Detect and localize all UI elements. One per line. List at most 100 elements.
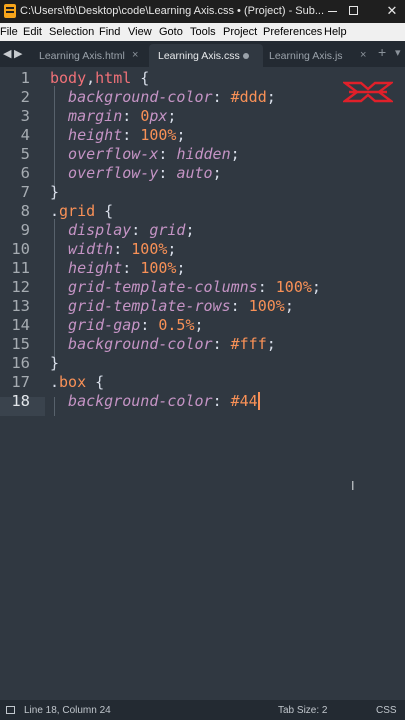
- tab-close-icon[interactable]: ×: [360, 49, 366, 61]
- line-number: 4: [20, 126, 30, 144]
- code-text: overflow-x: hidden;: [50, 145, 240, 164]
- menu-project[interactable]: Project: [223, 26, 257, 38]
- code-token: html: [95, 69, 132, 87]
- close-button[interactable]: ✕: [377, 0, 405, 23]
- line-number: 8: [20, 202, 30, 220]
- code-editor[interactable]: I 1 body,html {2 background-color: #ddd; 3…: [0, 67, 405, 700]
- menu-selection[interactable]: Selection: [49, 26, 94, 38]
- tab-label: Learning Axis.css: [158, 50, 240, 62]
- code-line[interactable]: 16}: [0, 354, 405, 373]
- line-number: 2: [20, 88, 30, 106]
- code-token: box: [59, 373, 87, 391]
- code-token: grid: [149, 221, 186, 239]
- menu-find[interactable]: Find: [99, 26, 120, 38]
- code-line[interactable]: 2 background-color: #ddd;: [0, 88, 405, 107]
- tab-learning-axis-js[interactable]: Learning Axis.js ×: [263, 44, 376, 67]
- code-token: :: [230, 297, 249, 315]
- line-number: 18: [11, 392, 30, 410]
- code-text: grid-template-rows: 100%;: [50, 297, 294, 316]
- code-token: ;: [194, 316, 204, 334]
- code-token: 100: [275, 278, 303, 296]
- tab-learning-axis-css[interactable]: Learning Axis.css: [149, 44, 263, 67]
- menu-edit[interactable]: Edit: [23, 26, 42, 38]
- code-token: ;: [212, 164, 222, 182]
- menu-file[interactable]: File: [0, 26, 18, 38]
- cursor-position: Line 18, Column 24: [24, 705, 111, 716]
- text-cursor: [257, 392, 260, 410]
- menu-tools[interactable]: Tools: [190, 26, 216, 38]
- code-token: display: [50, 221, 132, 239]
- code-token: :: [122, 107, 141, 125]
- new-tab-icon[interactable]: +: [378, 44, 386, 60]
- code-text: }: [50, 183, 59, 202]
- line-number: 6: [20, 164, 30, 182]
- code-line[interactable]: 5 overflow-x: hidden;: [0, 145, 405, 164]
- tab-learning-axis-html[interactable]: Learning Axis.html ×: [28, 44, 148, 67]
- title-bar: C:\Users\fb\Desktop\code\Learning Axis.c…: [0, 0, 405, 23]
- window-title: C:\Users\fb\Desktop\code\Learning Axis.c…: [20, 5, 325, 17]
- code-token: grid: [59, 202, 96, 220]
- code-text: .grid {: [50, 202, 113, 221]
- syntax-selector[interactable]: CSS: [376, 705, 397, 716]
- code-line[interactable]: 6 overflow-y: auto;: [0, 164, 405, 183]
- code-token: grid-template-rows: [50, 297, 231, 315]
- code-token: ;: [230, 145, 240, 163]
- code-line[interactable]: 10 width: 100%;: [0, 240, 405, 259]
- tab-size-selector[interactable]: Tab Size: 2: [278, 705, 327, 716]
- code-token: }: [50, 354, 60, 372]
- code-token: :: [257, 278, 276, 296]
- line-number: 7: [20, 183, 30, 201]
- menu-help[interactable]: Help: [324, 26, 347, 38]
- code-token: auto: [176, 164, 213, 182]
- tab-scroll-left-icon[interactable]: ◀: [3, 47, 11, 60]
- code-text: height: 100%;: [50, 126, 185, 145]
- code-token: ;: [176, 259, 186, 277]
- code-line[interactable]: 18 background-color: #44: [0, 392, 405, 411]
- code-text: height: 100%;: [50, 259, 185, 278]
- code-token: :: [113, 240, 132, 258]
- code-token: height: [50, 259, 123, 277]
- menu-bar: File Edit Selection Find View Goto Tools…: [0, 23, 405, 41]
- tab-close-icon[interactable]: ×: [132, 49, 138, 61]
- code-token: grid-gap: [50, 316, 141, 334]
- code-token: background-color: [50, 88, 213, 106]
- line-number: 15: [11, 335, 30, 353]
- code-line[interactable]: 9 display: grid;: [0, 221, 405, 240]
- mouse-ibeam-icon: I: [351, 479, 355, 493]
- unsaved-dot-icon[interactable]: [243, 53, 249, 59]
- minimize-icon: [328, 11, 337, 12]
- code-line[interactable]: 15 background-color: #fff;: [0, 335, 405, 354]
- tab-scroll-right-icon[interactable]: ▶: [14, 47, 22, 60]
- code-token: %: [275, 297, 285, 315]
- code-token: background-color: [50, 335, 213, 353]
- code-line[interactable]: 3 margin: 0px;: [0, 107, 405, 126]
- code-line[interactable]: 17 .box {: [0, 373, 405, 392]
- tab-list-chevron-icon[interactable]: ▾: [395, 46, 401, 59]
- line-number: 14: [11, 316, 30, 334]
- code-token: 100: [248, 297, 276, 315]
- code-token: #ddd: [230, 88, 267, 106]
- maximize-icon: [349, 6, 358, 15]
- code-line[interactable]: 4 height: 100%;: [0, 126, 405, 145]
- code-line[interactable]: 8 .grid {: [0, 202, 405, 221]
- code-line[interactable]: 14 grid-gap: 0.5%;: [0, 316, 405, 335]
- menu-preferences[interactable]: Preferences: [263, 26, 322, 38]
- tab-bar: ◀ ▶ Learning Axis.html × Learning Axis.c…: [0, 41, 405, 67]
- status-bar: Line 18, Column 24 Tab Size: 2 CSS: [0, 700, 405, 720]
- menu-view[interactable]: View: [128, 26, 152, 38]
- line-number: 5: [20, 145, 30, 163]
- code-line[interactable]: 12 grid-template-columns: 100%;: [0, 278, 405, 297]
- code-token: hidden: [176, 145, 231, 163]
- code-token: .: [50, 202, 60, 220]
- maximize-button[interactable]: [340, 0, 370, 23]
- menu-goto[interactable]: Goto: [159, 26, 183, 38]
- code-line[interactable]: 7}: [0, 183, 405, 202]
- code-line[interactable]: 13 grid-template-rows: 100%;: [0, 297, 405, 316]
- code-token: margin: [50, 107, 123, 125]
- code-token: }: [50, 183, 60, 201]
- code-line[interactable]: 11 height: 100%;: [0, 259, 405, 278]
- code-token: ;: [284, 297, 294, 315]
- panel-toggle-icon[interactable]: [6, 706, 15, 714]
- code-token: ;: [167, 107, 177, 125]
- code-line[interactable]: 1 body,html {: [0, 69, 405, 88]
